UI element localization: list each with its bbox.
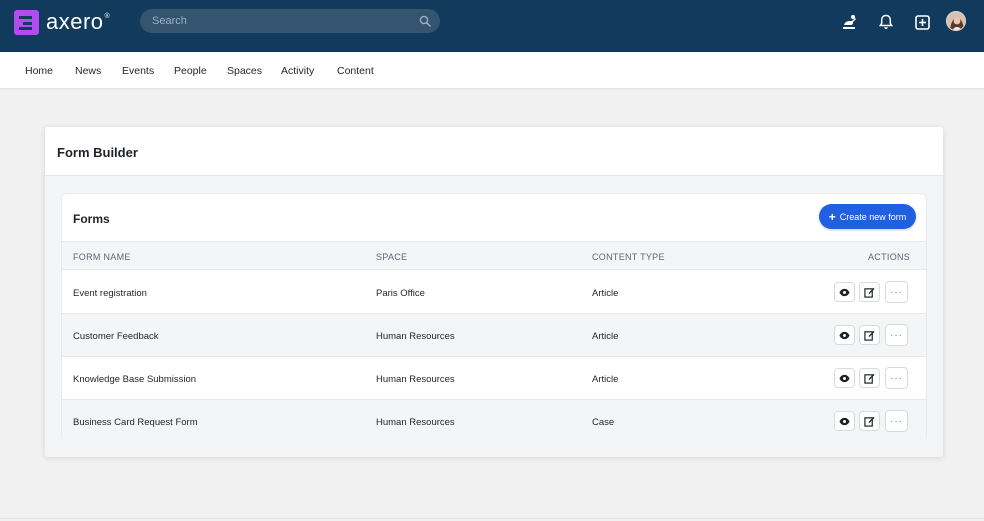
table-row[interactable]: Knowledge Base Submission Human Resource…: [62, 357, 926, 400]
nav-item-activity[interactable]: Activity: [281, 65, 314, 77]
column-header-form-name[interactable]: FORM NAME: [73, 252, 131, 262]
form-space: Human Resources: [376, 417, 455, 428]
nav-item-people[interactable]: People: [174, 65, 207, 77]
more-actions-button[interactable]: ···: [885, 367, 908, 389]
form-content-type: Case: [592, 417, 615, 428]
nav-item-spaces[interactable]: Spaces: [227, 65, 262, 77]
form-name[interactable]: Business Card Request Form: [73, 417, 198, 428]
axero-logo[interactable]: axero ®: [14, 9, 110, 35]
search-icon[interactable]: [419, 15, 431, 27]
table-header: FORM NAME SPACE CONTENT TYPE ACTIONS: [62, 241, 926, 270]
more-actions-button[interactable]: ···: [885, 324, 908, 346]
view-icon: [839, 331, 850, 339]
search-bar: [140, 9, 440, 33]
form-space: Paris Office: [376, 288, 425, 299]
more-icon: ···: [890, 415, 903, 427]
view-icon: [839, 374, 850, 382]
view-button[interactable]: [834, 325, 855, 345]
brand-name: axero: [46, 9, 104, 34]
edit-button[interactable]: [859, 325, 880, 345]
view-button[interactable]: [834, 368, 855, 388]
edit-button[interactable]: [859, 411, 880, 431]
nav-item-events[interactable]: Events: [122, 65, 154, 77]
axero-logo-icon: [14, 9, 39, 35]
table-row[interactable]: Event registration Paris Office Article …: [62, 271, 926, 314]
column-header-content-type[interactable]: CONTENT TYPE: [592, 252, 665, 262]
view-button[interactable]: [834, 282, 855, 302]
view-icon: [839, 288, 850, 296]
form-space: Human Resources: [376, 331, 455, 342]
create-new-form-label: Create new form: [839, 211, 907, 222]
page-title: Form Builder: [57, 145, 138, 160]
form-content-type: Article: [592, 331, 619, 342]
edit-icon: [864, 416, 875, 427]
task-icon[interactable]: [840, 12, 860, 32]
user-avatar[interactable]: [946, 11, 966, 31]
forms-title: Forms: [73, 212, 110, 226]
table-row[interactable]: Customer Feedback Human Resources Articl…: [62, 314, 926, 357]
top-bar: axero ®: [0, 0, 984, 52]
form-name[interactable]: Customer Feedback: [73, 331, 159, 342]
main-nav: Home News Events People Spaces Activity …: [0, 52, 984, 89]
add-square-icon[interactable]: [912, 12, 932, 32]
form-name[interactable]: Knowledge Base Submission: [73, 374, 196, 385]
search-input[interactable]: [140, 9, 440, 33]
more-icon: ···: [890, 329, 903, 341]
plus-icon: +: [828, 209, 836, 224]
bell-icon[interactable]: [876, 12, 896, 32]
edit-button[interactable]: [859, 368, 880, 388]
form-name[interactable]: Event registration: [73, 288, 147, 299]
view-button[interactable]: [834, 411, 855, 431]
table-row[interactable]: Business Card Request Form Human Resourc…: [62, 400, 926, 443]
more-actions-button[interactable]: ···: [885, 281, 908, 303]
forms-panel: Forms + Create new form FORM NAME SPACE …: [61, 193, 927, 443]
edit-icon: [864, 287, 875, 298]
more-icon: ···: [890, 286, 903, 298]
form-content-type: Article: [592, 288, 619, 299]
nav-item-home[interactable]: Home: [25, 65, 53, 77]
form-space: Human Resources: [376, 374, 455, 385]
column-header-space[interactable]: SPACE: [376, 252, 407, 262]
nav-item-content[interactable]: Content: [337, 65, 374, 77]
trademark: ®: [104, 12, 110, 20]
view-icon: [839, 417, 850, 425]
create-new-form-button[interactable]: + Create new form: [819, 204, 916, 229]
column-header-actions: ACTIONS: [868, 252, 911, 262]
nav-item-news[interactable]: News: [75, 65, 101, 77]
card-header: Form Builder: [45, 127, 943, 176]
edit-icon: [864, 330, 875, 341]
more-actions-button[interactable]: ···: [885, 410, 908, 432]
form-content-type: Article: [592, 374, 619, 385]
edit-button[interactable]: [859, 282, 880, 302]
form-builder-card: Form Builder Forms + Create new form FOR…: [45, 127, 943, 457]
footer-divider: [0, 518, 984, 519]
more-icon: ···: [890, 372, 903, 384]
edit-icon: [864, 373, 875, 384]
